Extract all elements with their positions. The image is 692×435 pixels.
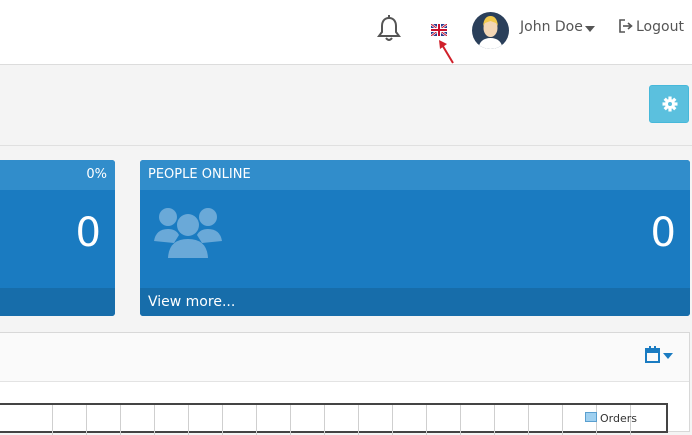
bell-icon[interactable] — [376, 15, 402, 43]
gridline — [460, 405, 461, 435]
gridline — [324, 405, 325, 435]
gridline — [528, 405, 529, 435]
uk-flag-icon[interactable] — [431, 24, 447, 36]
gridline — [86, 405, 87, 435]
gridline — [154, 405, 155, 435]
caret-down-icon[interactable] — [585, 26, 595, 32]
card-title: PEOPLE ONLINE — [140, 160, 690, 190]
gridline — [256, 405, 257, 435]
gear-icon — [662, 96, 678, 112]
logout-label: Logout — [636, 19, 684, 35]
legend-swatch — [585, 412, 597, 422]
gridline — [52, 405, 53, 435]
people-icon — [154, 208, 222, 258]
stat-value: 0 — [75, 210, 101, 256]
top-navbar: John Doe Logout — [0, 0, 692, 65]
stat-footer[interactable] — [0, 288, 115, 316]
gridline — [392, 405, 393, 435]
view-more-link[interactable]: View more... — [140, 288, 690, 316]
chart-panel-header — [0, 333, 689, 382]
gridline — [188, 405, 189, 435]
gridline — [562, 405, 563, 435]
chart-area — [0, 403, 668, 435]
chart-legend: Orders — [585, 412, 637, 425]
gridline — [290, 405, 291, 435]
legend-label: Orders — [600, 412, 637, 425]
stat-percent: 0% — [86, 167, 107, 182]
logout-icon — [619, 19, 633, 33]
page-toolbar — [0, 65, 692, 146]
gridline — [426, 405, 427, 435]
gridline — [120, 405, 121, 435]
calendar-icon[interactable] — [645, 346, 675, 364]
annotation-arrow-icon — [439, 40, 454, 64]
people-online-card: PEOPLE ONLINE 0 View more... — [140, 160, 690, 316]
settings-button[interactable] — [649, 85, 689, 123]
user-name[interactable]: John Doe — [520, 19, 583, 35]
gridline — [222, 405, 223, 435]
user-avatar[interactable] — [472, 12, 509, 49]
stat-card: 0% 0 — [0, 160, 115, 316]
people-online-count: 0 — [650, 210, 676, 256]
logout-link[interactable]: Logout — [619, 19, 684, 35]
gridline — [358, 405, 359, 435]
gridline — [494, 405, 495, 435]
